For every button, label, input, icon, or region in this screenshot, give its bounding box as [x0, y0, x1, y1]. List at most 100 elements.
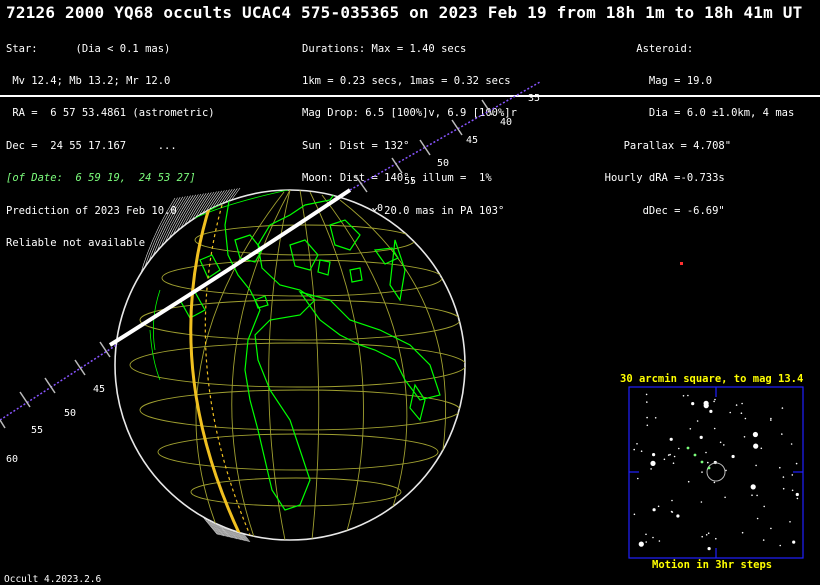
star-dot: [755, 464, 757, 467]
track-label: 35: [528, 93, 540, 104]
star-dot: [795, 462, 798, 465]
star-chart-frame: [628, 386, 804, 559]
star-dot: [682, 395, 685, 397]
star-dot: [729, 411, 731, 414]
star-dot: [687, 394, 689, 397]
star-dot: [791, 489, 794, 492]
star-dot: [770, 527, 772, 530]
star-dot: [633, 448, 635, 451]
star-dot: [637, 477, 639, 480]
star-dot: [792, 540, 796, 544]
star-dot: [691, 402, 695, 406]
star-dot: [751, 494, 753, 497]
star-dot: [636, 443, 638, 445]
star-dot: [672, 462, 675, 465]
star-dot: [646, 424, 649, 427]
track-line-lower: [0, 343, 119, 421]
star-dot: [740, 412, 743, 415]
star-dot: [779, 466, 781, 469]
star-dot: [741, 402, 743, 405]
star-dot: [770, 417, 772, 420]
star-dot: [640, 450, 643, 453]
star-dot: [762, 539, 765, 541]
star-dot: [646, 416, 648, 419]
star-dot: [671, 499, 673, 502]
star-dot: [782, 476, 785, 478]
star-dot: [744, 417, 747, 420]
star-dot: [770, 419, 772, 421]
star-dot: [673, 455, 676, 458]
star-dot: [752, 431, 759, 438]
star-dot: [795, 492, 799, 497]
star-dot: [781, 407, 784, 409]
star-dot: [650, 468, 652, 470]
track-label: 40: [500, 117, 512, 128]
star-dot: [678, 447, 680, 450]
star-dot: [782, 487, 785, 490]
star-dot: [741, 531, 744, 534]
star-dot: [750, 484, 756, 490]
star-dot: [735, 404, 738, 406]
track-label: 0: [377, 203, 383, 214]
star-dot: [657, 505, 660, 508]
track-label: 50: [437, 158, 449, 169]
star-dot: [658, 540, 661, 542]
star-dot: [689, 428, 692, 430]
star-dot: [743, 436, 746, 438]
star-dot: [724, 496, 726, 499]
star-dot: [663, 458, 666, 461]
star-dot: [760, 447, 763, 450]
track-label: 45: [93, 384, 105, 395]
star-dot: [699, 435, 703, 439]
star-dot: [731, 454, 735, 459]
star-chart-bottom-caption: Motion in 3hr steps: [652, 559, 773, 571]
star-dot: [719, 441, 722, 444]
star-dot: [652, 536, 654, 539]
star-dot: [791, 474, 794, 476]
star-dot: [645, 393, 648, 396]
star-dot: [669, 437, 673, 441]
star-dot: [676, 514, 680, 518]
star-dot: [715, 537, 717, 540]
star-dot: [667, 454, 670, 456]
star-dot: [707, 461, 709, 464]
sub-solar-marker: [680, 262, 683, 265]
star-dot: [633, 513, 636, 516]
star-dot: [781, 433, 783, 435]
star-dot: [756, 494, 758, 497]
star-dot: [789, 521, 791, 523]
star-dot: [705, 534, 708, 536]
star-dot: [687, 480, 690, 483]
star-dot: [645, 533, 647, 536]
star-dot: [650, 460, 656, 466]
star-dot: [756, 517, 759, 520]
star-dot: [701, 535, 703, 538]
star-dot: [714, 398, 716, 401]
star-dot: [713, 481, 716, 484]
star-dot: [638, 541, 644, 547]
star-dot: [779, 544, 781, 547]
star-dot: [763, 505, 765, 508]
star-dot: [713, 427, 716, 430]
star-dot: [696, 420, 699, 422]
star-chart-top-caption: 30 arcmin square, to mag 13.4: [620, 373, 804, 385]
star-dot: [707, 532, 710, 534]
track-label: 55: [404, 176, 416, 187]
track-label: 50: [64, 408, 76, 419]
version-footer: Occult 4.2023.2.6: [4, 574, 102, 585]
star-dot: [645, 541, 647, 543]
star-dot: [713, 400, 715, 403]
star-dot: [703, 400, 709, 406]
star-chart-inset: [628, 386, 804, 559]
star-dot: [700, 501, 703, 503]
star-dot: [654, 417, 657, 419]
occultation-map: 35 40 45 50 55 0 45 50 55 60: [0, 81, 804, 559]
star-dot: [796, 497, 799, 500]
star-dot: [753, 443, 759, 449]
track-line-upper: [349, 81, 541, 191]
star-dot: [723, 444, 725, 446]
star-dot: [701, 471, 703, 473]
star-dot: [652, 508, 656, 512]
star-dot: [790, 443, 793, 445]
star-dot: [709, 409, 713, 413]
